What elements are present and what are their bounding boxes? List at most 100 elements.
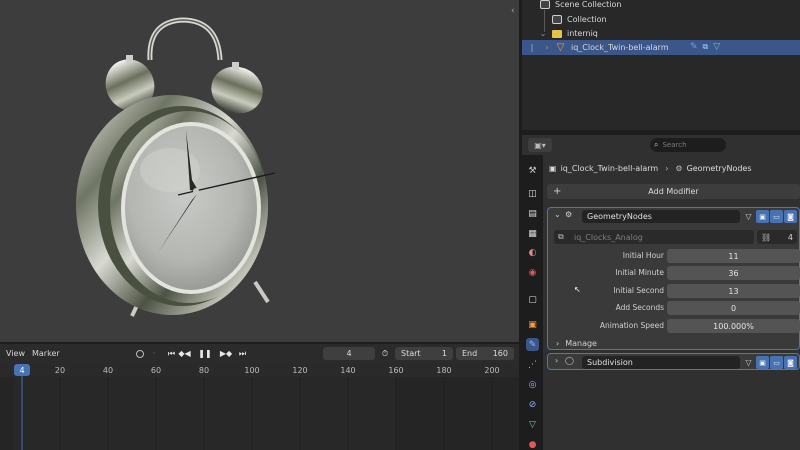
start-frame-field[interactable]: Start 1 <box>395 347 453 360</box>
world-icon[interactable]: ◉ <box>526 266 539 279</box>
jump-start-icon[interactable]: ⏮ <box>165 347 178 360</box>
wrench-icon[interactable]: ✎ <box>690 42 698 52</box>
view-layer-icon[interactable]: ▦ <box>526 227 539 240</box>
modifier-name-field[interactable]: GeometryNodes <box>582 210 740 223</box>
menu-view[interactable]: View <box>6 344 25 363</box>
alarm-clock-model <box>76 17 276 317</box>
node-group-selector: ⧉ iq_Clocks_Analog ⛓ 4 <box>554 230 797 244</box>
property-label: Add Seconds <box>615 303 664 312</box>
3d-viewport[interactable]: ‹ <box>0 0 519 342</box>
collection-icon <box>552 15 562 24</box>
timeline-header: View Marker · ⏮ ◆◀ ❚❚ ▶◆ ⏭ 4 ⏱ Start 1 E… <box>0 344 519 363</box>
property-initial-second: Initial Second 13 <box>548 284 800 298</box>
property-animation-speed: Animation Speed 100.000% <box>548 319 800 333</box>
edit-mode-icon[interactable]: ▣ <box>756 210 769 223</box>
keying-dropdown-icon[interactable]: · <box>148 347 160 360</box>
particles-icon[interactable]: ⋰ <box>526 358 539 371</box>
subdivision-icon: ◯ <box>565 356 574 365</box>
property-label: Initial Second <box>613 286 664 295</box>
geometry-nodes-icon: ⚙ <box>565 210 573 219</box>
collection-icon[interactable]: ▢ <box>526 293 539 306</box>
expand-right-icon[interactable]: › <box>542 43 552 52</box>
on-cage-icon[interactable]: ▽ <box>742 210 755 223</box>
search-placeholder: Search <box>662 141 687 149</box>
outliner-label: iq_Clock_Twin-bell-alarm <box>571 43 669 52</box>
chevron-right-icon: › <box>665 163 669 173</box>
material-icon[interactable]: ● <box>526 438 539 450</box>
node-tree-icon: ⧉ <box>558 232 564 241</box>
viewport-icon[interactable]: ▭ <box>770 356 783 369</box>
timeline-graph: 20 40 60 80 100 120 140 160 180 200 4 <box>0 363 519 450</box>
current-frame-field[interactable]: 4 <box>323 347 375 360</box>
output-icon[interactable]: ▤ <box>526 207 539 220</box>
end-frame-field[interactable]: End 160 <box>456 347 514 360</box>
end-value: 160 <box>492 349 508 358</box>
constraints-icon[interactable]: ⊘ <box>526 398 539 411</box>
editor-type-button[interactable]: ▣▾ <box>528 138 552 152</box>
properties-header: ▣▾ ⌕ Search <box>522 135 800 155</box>
object-data-icon: ▣ <box>549 163 557 173</box>
next-keyframe-icon[interactable]: ▶◆ <box>219 347 233 360</box>
modifier-name-field[interactable]: Subdivision <box>582 356 740 369</box>
render-icon[interactable]: ◫ <box>526 187 539 200</box>
collapse-down-icon[interactable]: ⌄ <box>554 210 561 219</box>
ruler-tick-label: 160 <box>388 366 403 375</box>
node-group-field[interactable]: ⧉ iq_Clocks_Analog <box>554 230 754 244</box>
initial-minute-field[interactable]: 36 <box>667 266 800 280</box>
manage-label: Manage <box>565 338 597 348</box>
render-icon[interactable]: ◙ <box>784 356 797 369</box>
add-modifier-button[interactable]: + Add Modifier <box>547 184 800 199</box>
object-icon[interactable]: ▣ <box>526 318 539 331</box>
on-cage-icon[interactable]: ▽ <box>742 356 755 369</box>
context-modifier-name: GeometryNodes <box>686 163 752 173</box>
outliner-row-interniq[interactable]: ⌄ interniq <box>522 26 800 41</box>
scene-icon[interactable]: ◐ <box>526 246 539 259</box>
viewport-icon[interactable]: ▭ <box>770 210 783 223</box>
jump-end-icon[interactable]: ⏭ <box>236 347 249 360</box>
add-seconds-field[interactable]: 0 <box>667 301 800 315</box>
modifier-panel-geometry-nodes: ⌄ ⚙ GeometryNodes ▽ ▣ ▭ ◙ ⧉ iq_Clocks_An… <box>547 207 800 350</box>
timeline-area[interactable]: 20 40 60 80 100 120 140 160 180 200 4 <box>0 363 519 450</box>
outliner-label: Scene Collection <box>555 0 622 9</box>
collapse-arrow-icon[interactable]: ‹ <box>511 6 519 20</box>
clock-face <box>125 126 257 290</box>
property-add-seconds: Add Seconds 0 <box>548 301 800 315</box>
collection-folder-icon <box>552 29 562 38</box>
initial-second-field[interactable]: 13 <box>667 284 800 298</box>
physics-icon[interactable]: ◎ <box>526 378 539 391</box>
expand-right-icon[interactable]: › <box>555 356 558 365</box>
render-icon[interactable]: ◙ <box>784 210 797 223</box>
expand-down-icon[interactable]: ⌄ <box>538 29 548 38</box>
ruler-tick-label: 100 <box>244 366 259 375</box>
properties-tabs: ⚒ ◫ ▤ ▦ ◐ ◉ ▢ ▣ ✎ ⋰ ◎ ⊘ ▽ ● <box>522 155 543 450</box>
nodes-icon[interactable]: ⧉ <box>703 42 709 52</box>
property-label: Animation Speed <box>599 321 664 330</box>
properties-search-input[interactable]: ⌕ Search <box>650 138 726 152</box>
properties-body: ▣ iq_Clock_Twin-bell-alarm › ⚙ GeometryN… <box>543 155 800 450</box>
mesh-icon[interactable]: ▽ <box>713 42 720 52</box>
frame-range-area <box>14 377 396 450</box>
data-icon[interactable]: ▽ <box>526 418 539 431</box>
tool-icon[interactable]: ⚒ <box>526 164 539 177</box>
auto-keying-icon[interactable] <box>134 347 146 360</box>
initial-hour-field[interactable]: 11 <box>667 249 800 263</box>
playhead-frame-label: 4 <box>19 366 24 375</box>
outliner-row-clock-object[interactable]: | › ▽ iq_Clock_Twin-bell-alarm ✎ ⧉ ▽ <box>522 40 800 55</box>
node-group-users[interactable]: ⛓ 4 <box>757 230 797 244</box>
play-pause-icon[interactable]: ❚❚ <box>198 347 212 360</box>
context-object-name: iq_Clock_Twin-bell-alarm <box>560 163 659 173</box>
modifier-header: ⌄ ⚙ GeometryNodes ▽ ▣ ▭ ◙ <box>548 208 799 225</box>
modifier-panel-subdivision: › ◯ Subdivision ▽ ▣ ▭ ◙ <box>547 353 800 370</box>
start-label: Start <box>401 349 421 358</box>
stopwatch-icon[interactable]: ⏱ <box>379 347 391 360</box>
menu-marker[interactable]: Marker <box>32 344 60 363</box>
outliner-row-collection[interactable]: Collection <box>522 12 800 27</box>
prev-keyframe-icon[interactable]: ◆◀ <box>178 347 191 360</box>
manage-subpanel[interactable]: › Manage <box>556 336 597 350</box>
edit-mode-icon[interactable]: ▣ <box>756 356 769 369</box>
animation-speed-field[interactable]: 100.000% <box>667 319 800 333</box>
outliner-row-scene-collection[interactable]: Scene Collection <box>522 0 800 12</box>
ruler-tick-label: 200 <box>484 366 499 375</box>
modifier-icon[interactable]: ✎ <box>526 338 539 351</box>
ruler-tick-label: 140 <box>340 366 355 375</box>
